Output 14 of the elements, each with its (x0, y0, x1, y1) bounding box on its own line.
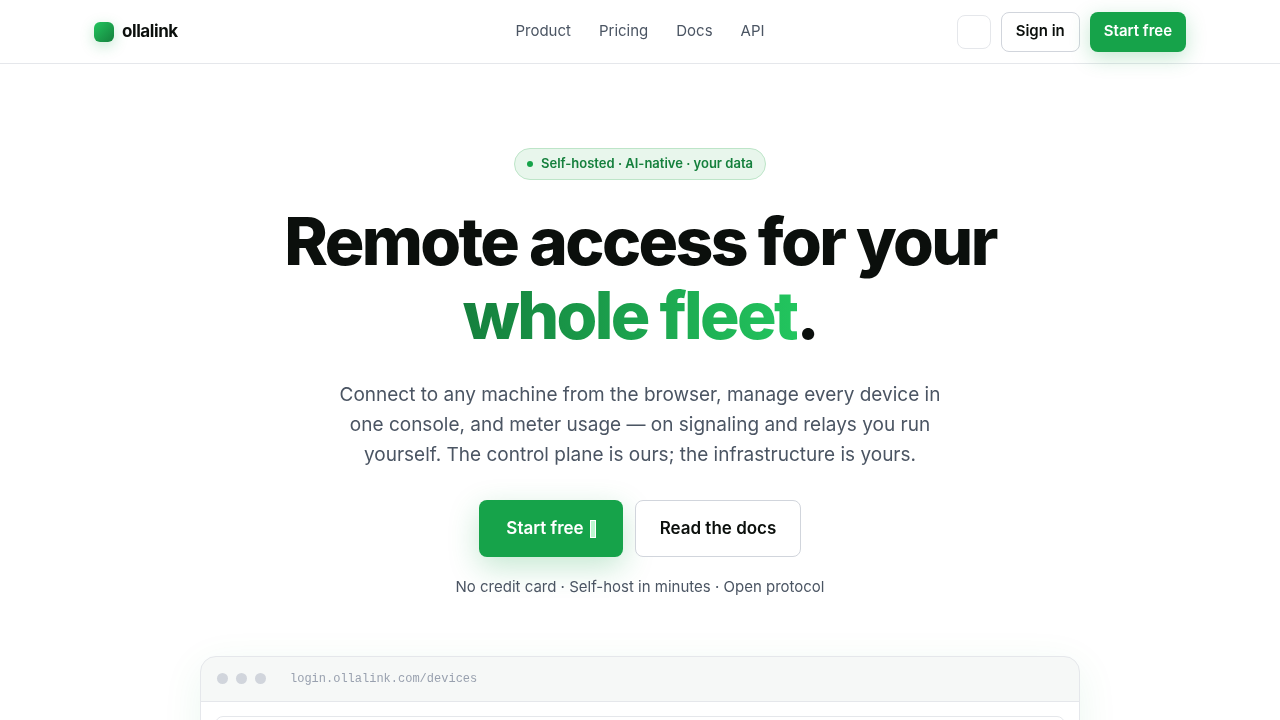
nav-link[interactable]: Pricing (598, 20, 649, 43)
hero-badge: Self-hosted · AI-native · your data (514, 148, 766, 180)
hero-note: No credit card · Self-host in minutes · Open protocol (455, 576, 825, 598)
logo-icon (94, 21, 114, 42)
sign-in-button[interactable]: Sign in (1000, 11, 1080, 52)
hero-description: Connect to any machine from the browser, manage every device in one console, and meter usage — on signaling and relays you run yourself. The control plane is ours; the infrastructure is yours. (338, 382, 942, 468)
nav-link[interactable]: API (740, 20, 765, 43)
read-docs-button[interactable]: Read the docs (635, 500, 801, 557)
hero-headline: Remote access for your whole fleet. (284, 204, 996, 352)
nav-link[interactable]: Product (515, 20, 571, 43)
brand-name[interactable]: ollalink (122, 18, 178, 45)
address-bar-url: login.ollalink.com/devices (290, 670, 478, 688)
nav-link[interactable]: Docs (676, 20, 713, 43)
theme-toggle-button[interactable] (956, 14, 991, 49)
